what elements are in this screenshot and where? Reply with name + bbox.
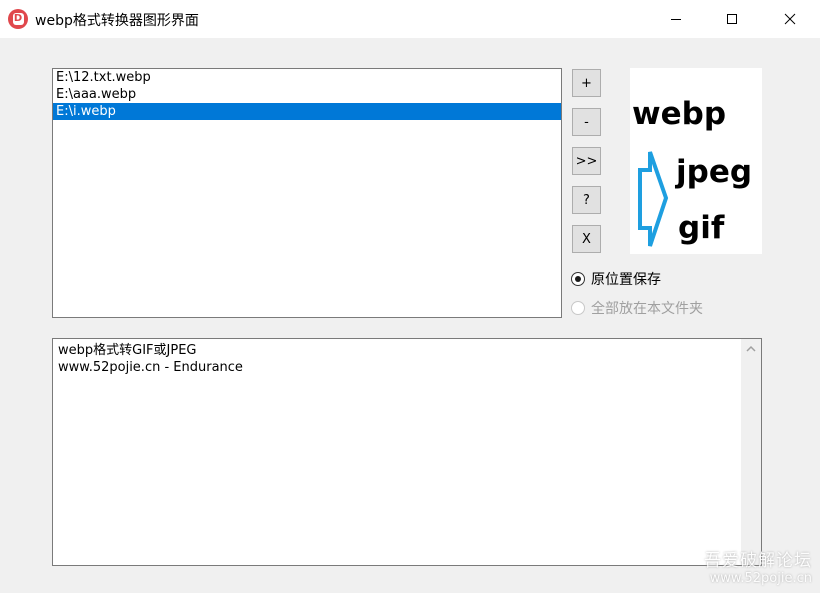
radio-save-to-folder[interactable]: 全部放在本文件夹 [571, 298, 703, 318]
radio-unchecked-icon[interactable] [571, 301, 585, 315]
chevron-up-icon [746, 345, 756, 352]
logo-graphic: webp jpeg gif [632, 96, 752, 247]
convert-button[interactable]: >> [572, 147, 601, 175]
help-button[interactable]: ? [572, 186, 601, 214]
app-icon[interactable]: D [8, 9, 28, 29]
logo-text-gif: gif [678, 210, 725, 246]
app-window: D webp格式转换器图形界面 E:\12.txt.webp E:\aaa.we… [0, 0, 820, 593]
file-list-item[interactable]: E:\aaa.webp [53, 86, 561, 103]
close-button[interactable] [762, 0, 818, 38]
watermark-line2: www.52pojie.cn [709, 571, 812, 586]
logo-image: webp jpeg gif [630, 68, 762, 254]
add-file-button[interactable]: + [572, 69, 601, 97]
minimize-icon [671, 19, 681, 20]
output-textarea[interactable]: webp格式转GIF或JPEG www.52pojie.cn - Enduran… [52, 338, 762, 566]
output-line: webp格式转GIF或JPEG [58, 343, 197, 358]
radio-checked-icon[interactable] [571, 272, 585, 286]
watermark: 吾爱破解论坛 www.52pojie.cn [704, 546, 812, 586]
radio-save-in-place[interactable]: 原位置保存 [571, 269, 661, 289]
file-list-item[interactable]: E:\12.txt.webp [53, 69, 561, 86]
window-title: webp格式转换器图形界面 [35, 13, 199, 29]
logo-text-webp: webp [632, 96, 726, 132]
file-list-item-selected[interactable]: E:\i.webp [53, 103, 561, 120]
radio-save-to-folder-label: 全部放在本文件夹 [591, 301, 703, 317]
logo-text-jpeg: jpeg [674, 154, 752, 190]
maximize-button[interactable] [704, 0, 760, 38]
clear-list-button[interactable]: X [572, 225, 601, 253]
radio-save-in-place-label: 原位置保存 [591, 272, 661, 288]
vertical-scrollbar[interactable] [741, 339, 761, 565]
file-listbox[interactable]: E:\12.txt.webp E:\aaa.webp E:\i.webp [52, 68, 562, 318]
scroll-up-button[interactable] [741, 339, 761, 359]
arrow-icon [638, 151, 669, 247]
remove-file-button[interactable]: - [572, 108, 601, 136]
maximize-icon [727, 14, 737, 24]
title-bar[interactable]: D webp格式转换器图形界面 [0, 0, 820, 38]
close-icon [784, 13, 796, 25]
output-line: www.52pojie.cn - Endurance [58, 360, 243, 375]
watermark-line1: 吾爱破解论坛 [704, 551, 812, 571]
minimize-button[interactable] [648, 0, 704, 38]
